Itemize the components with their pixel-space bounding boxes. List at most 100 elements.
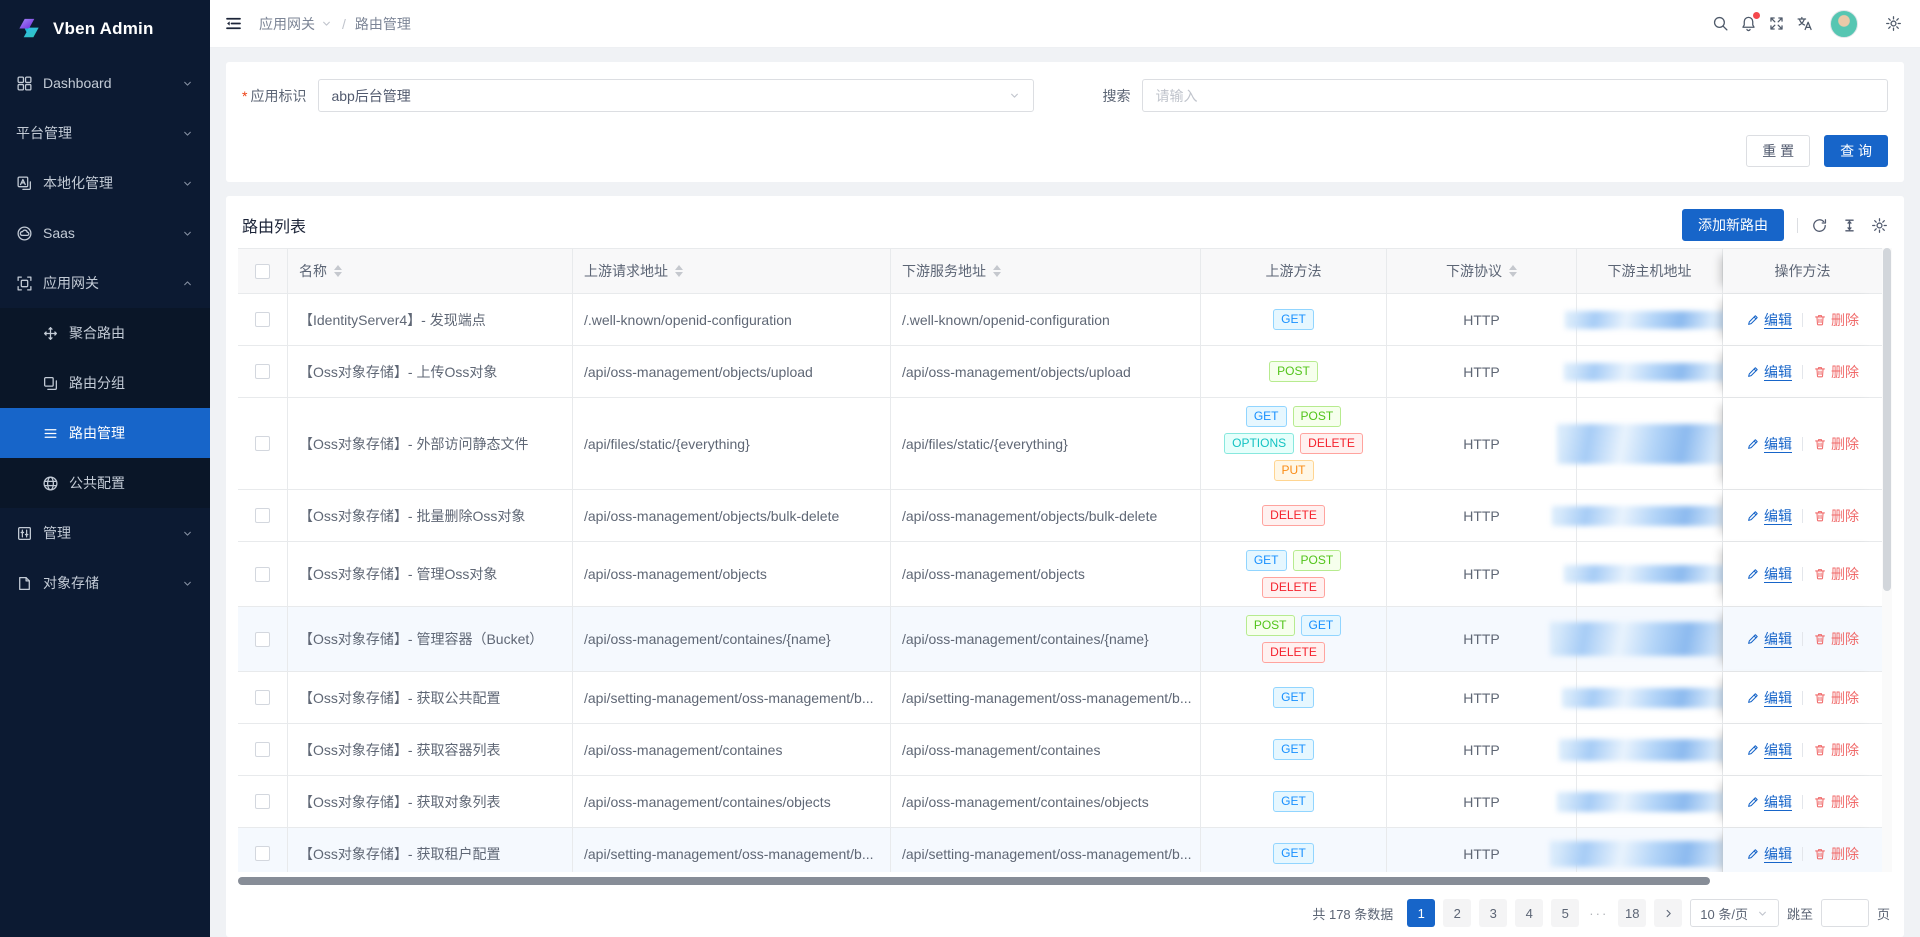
edit-button[interactable]: 编辑 xyxy=(1746,844,1792,864)
avatar[interactable] xyxy=(1830,10,1858,38)
row-checkbox[interactable] xyxy=(255,742,270,757)
sidebar-item-对象存储[interactable]: 对象存储 xyxy=(0,558,210,608)
refresh-icon[interactable] xyxy=(1811,217,1828,234)
delete-button[interactable]: 删除 xyxy=(1813,310,1859,330)
table-settings-gear-icon[interactable] xyxy=(1871,217,1888,234)
trash-icon xyxy=(1813,795,1827,809)
column-label[interactable]: 下游服务地址 xyxy=(902,261,986,281)
page-size-select[interactable]: 10 条/页 xyxy=(1690,899,1779,927)
sort-carets-icon[interactable] xyxy=(1509,265,1517,277)
row-checkbox[interactable] xyxy=(255,364,270,379)
sort-carets-icon[interactable] xyxy=(334,265,342,277)
table-row: 【Oss对象存储】- 获取对象列表/api/oss-management/con… xyxy=(238,776,1892,828)
jump-page-input[interactable] xyxy=(1821,899,1869,927)
sidebar-item-管理[interactable]: 管理 xyxy=(0,508,210,558)
delete-button[interactable]: 删除 xyxy=(1813,434,1859,454)
edit-label: 编辑 xyxy=(1764,310,1792,330)
page-button-3[interactable]: 3 xyxy=(1479,899,1507,927)
row-checkbox[interactable] xyxy=(255,794,270,809)
sidebar-item-路由管理[interactable]: 路由管理 xyxy=(0,408,210,458)
row-checkbox[interactable] xyxy=(255,846,270,861)
row-checkbox[interactable] xyxy=(255,632,270,647)
app-id-select[interactable]: abp后台管理 xyxy=(318,79,1034,112)
delete-button[interactable]: 删除 xyxy=(1813,362,1859,382)
logo[interactable]: Vben Admin xyxy=(0,0,210,58)
delete-button[interactable]: 删除 xyxy=(1813,629,1859,649)
sidebar-item-聚合路由[interactable]: 聚合路由 xyxy=(0,308,210,358)
horizontal-scrollbar-thumb[interactable] xyxy=(238,877,1710,885)
select-all-checkbox[interactable] xyxy=(255,264,270,279)
edit-button[interactable]: 编辑 xyxy=(1746,792,1792,812)
edit-button[interactable]: 编辑 xyxy=(1746,310,1792,330)
breadcrumb-item-gateway[interactable]: 应用网关 xyxy=(259,14,333,34)
delete-button[interactable]: 删除 xyxy=(1813,506,1859,526)
sidebar-item-公共配置[interactable]: 公共配置 xyxy=(0,458,210,508)
page-button-4[interactable]: 4 xyxy=(1515,899,1543,927)
fullscreen-icon[interactable] xyxy=(1768,15,1785,32)
search-icon[interactable] xyxy=(1712,15,1729,32)
gear-icon[interactable] xyxy=(1885,15,1902,32)
breadcrumb-item-route[interactable]: 路由管理 xyxy=(355,14,411,34)
sidebar-item-路由分组[interactable]: 路由分组 xyxy=(0,358,210,408)
page-button-18[interactable]: 18 xyxy=(1618,899,1646,927)
upstream-path: /api/oss-management/containes xyxy=(573,724,891,775)
route-name: 【Oss对象存储】- 获取容器列表 xyxy=(288,724,573,775)
redacted-host-blob xyxy=(1557,424,1742,464)
pagination: 共 178 条数据 12345···18 10 条/页 跳至 页 xyxy=(238,889,1892,937)
edit-button[interactable]: 编辑 xyxy=(1746,506,1792,526)
row-checkbox[interactable] xyxy=(255,567,270,582)
next-page-button[interactable] xyxy=(1654,899,1682,927)
row-checkbox[interactable] xyxy=(255,508,270,523)
query-button[interactable]: 查 询 xyxy=(1824,135,1888,167)
page-button-5[interactable]: 5 xyxy=(1551,899,1579,927)
edit-button[interactable]: 编辑 xyxy=(1746,629,1792,649)
menu-fold-icon[interactable] xyxy=(224,14,243,33)
delete-button[interactable]: 删除 xyxy=(1813,688,1859,708)
delete-button[interactable]: 删除 xyxy=(1813,564,1859,584)
row-checkbox[interactable] xyxy=(255,312,270,327)
horizontal-scrollbar[interactable] xyxy=(238,875,1892,887)
route-table: 名称上游请求地址下游服务地址上游方法下游协议下游主机地址操作方法 【Identi… xyxy=(238,248,1892,872)
page-button-2[interactable]: 2 xyxy=(1443,899,1471,927)
sidebar-item-Dashboard[interactable]: Dashboard xyxy=(0,58,210,108)
method-tag-post: POST xyxy=(1246,615,1295,636)
delete-button[interactable]: 删除 xyxy=(1813,844,1859,864)
downstream-path: /api/files/static/{everything} xyxy=(891,398,1201,489)
row-checkbox[interactable] xyxy=(255,436,270,451)
page-ellipsis[interactable]: ··· xyxy=(1587,906,1610,921)
sort-carets-icon[interactable] xyxy=(675,265,683,277)
actions-divider xyxy=(1802,365,1803,379)
sidebar-item-本地化管理[interactable]: 本地化管理 xyxy=(0,158,210,208)
translate-icon[interactable] xyxy=(1796,15,1813,32)
edit-button[interactable]: 编辑 xyxy=(1746,564,1792,584)
edit-button[interactable]: 编辑 xyxy=(1746,688,1792,708)
edit-button[interactable]: 编辑 xyxy=(1746,434,1792,454)
delete-button[interactable]: 删除 xyxy=(1813,792,1859,812)
column-label[interactable]: 名称 xyxy=(299,261,327,281)
edit-button[interactable]: 编辑 xyxy=(1746,362,1792,382)
sidebar-item-平台管理[interactable]: 平台管理 xyxy=(0,108,210,158)
column-label[interactable]: 下游协议 xyxy=(1446,261,1502,281)
search-input[interactable] xyxy=(1142,79,1888,112)
sort-carets-icon[interactable] xyxy=(993,265,1001,277)
sidebar-item-label: 路由分组 xyxy=(69,373,194,393)
trash-icon xyxy=(1813,509,1827,523)
row-actions: 编辑 删除 xyxy=(1723,294,1882,345)
column-header-名称: 名称 xyxy=(288,249,573,293)
page-button-1[interactable]: 1 xyxy=(1407,899,1435,927)
bell-icon[interactable] xyxy=(1740,15,1757,32)
row-height-icon[interactable] xyxy=(1841,217,1858,234)
row-checkbox-cell xyxy=(238,490,288,541)
reset-button[interactable]: 重 置 xyxy=(1746,135,1810,167)
add-route-button[interactable]: 添加新路由 xyxy=(1682,209,1784,241)
row-checkbox[interactable] xyxy=(255,690,270,705)
vertical-scrollbar-thumb[interactable] xyxy=(1883,248,1891,591)
method-tag-put: PUT xyxy=(1274,460,1314,481)
vertical-scrollbar[interactable] xyxy=(1882,248,1892,872)
edit-button[interactable]: 编辑 xyxy=(1746,740,1792,760)
route-name: 【IdentityServer4】- 发现端点 xyxy=(288,294,573,345)
column-label[interactable]: 上游请求地址 xyxy=(584,261,668,281)
sidebar-item-应用网关[interactable]: 应用网关 xyxy=(0,258,210,308)
delete-button[interactable]: 删除 xyxy=(1813,740,1859,760)
sidebar-item-Saas[interactable]: Saas xyxy=(0,208,210,258)
